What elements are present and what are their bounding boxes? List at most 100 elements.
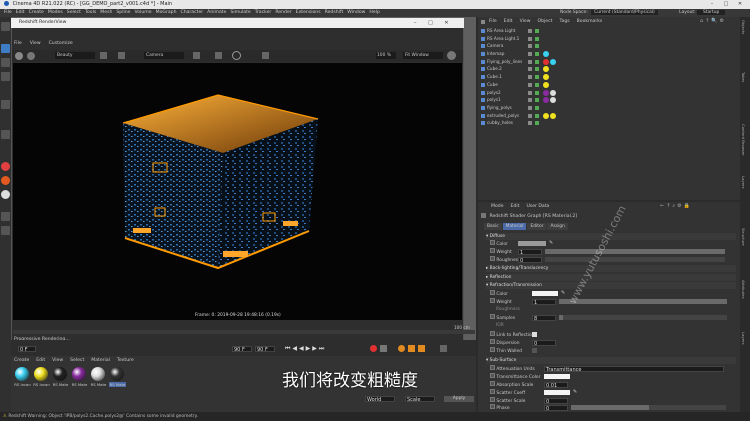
menu-edit[interactable]: Edit [16, 9, 25, 17]
lock-icon[interactable] [193, 52, 200, 59]
object-row[interactable]: Intemap [481, 50, 739, 58]
enable-check-icon[interactable] [535, 113, 539, 118]
rv-close-button[interactable]: ✕ [444, 20, 448, 26]
current-frame-field[interactable]: 90 F [232, 346, 252, 353]
refr-eyedropper-icon[interactable]: ✎ [561, 290, 565, 296]
keyframe-pos-icon[interactable] [398, 345, 405, 352]
enable-check-icon[interactable] [535, 121, 539, 126]
diffuse-color-anim-icon[interactable] [490, 240, 495, 245]
object-row[interactable]: Cube [481, 81, 739, 89]
material-tag-icon[interactable] [543, 81, 549, 88]
menu-character[interactable]: Character [180, 9, 203, 17]
material-tag-icon[interactable] [543, 112, 549, 119]
side-tab-layers[interactable]: Layers [741, 332, 746, 368]
material-tag-icon[interactable] [543, 58, 549, 65]
mat-menu-texture[interactable]: Texture [117, 358, 134, 363]
playback-controls[interactable]: ⏮◀◀▶▶⏭ [285, 345, 326, 353]
menu-mesh[interactable]: Mesh [100, 9, 112, 17]
menu-animate[interactable]: Animate [207, 9, 226, 17]
histogram-icon[interactable] [262, 52, 269, 59]
layout-select[interactable]: Startup [696, 10, 726, 15]
menu-volume[interactable]: Volume [135, 9, 152, 17]
menu-file[interactable]: File [4, 9, 12, 17]
scale-tool-icon[interactable] [1, 58, 10, 67]
ss-scatter-scale-field[interactable]: 0 [544, 398, 568, 405]
visibility-icon[interactable] [528, 113, 532, 118]
ss-trans-anim-icon[interactable] [490, 373, 495, 378]
object-row[interactable]: polys2 [481, 89, 739, 97]
enable-check-icon[interactable] [535, 82, 539, 87]
timeline-options-icon[interactable] [440, 345, 447, 352]
attr-tab-editor[interactable]: Editor [527, 223, 547, 230]
side-tab-content-browser[interactable]: Content Browser [741, 124, 746, 160]
material-tag-icon[interactable] [543, 74, 549, 81]
om-menu-bookmarks[interactable]: Bookmarks [577, 19, 603, 24]
enable-check-icon[interactable] [535, 67, 539, 72]
attr-menu-mode[interactable]: Mode [491, 204, 504, 209]
attr-menu-edit[interactable]: Edit [511, 204, 520, 209]
menu-simulate[interactable]: Simulate [230, 9, 250, 17]
ss-trans-swatch[interactable] [544, 374, 570, 379]
material-tag-icon[interactable] [543, 89, 549, 96]
refr-thin-checkbox[interactable] [532, 348, 537, 353]
visibility-icon[interactable] [528, 29, 532, 33]
ss-scatter-swatch[interactable] [544, 390, 570, 395]
diffuse-weight-anim-icon[interactable] [490, 248, 495, 253]
aov-select[interactable]: Beauty [55, 52, 95, 59]
mat-menu-material[interactable]: Material [91, 358, 110, 363]
enable-check-icon[interactable] [535, 36, 539, 41]
visibility-icon[interactable] [528, 36, 532, 41]
diffuse-weight-slider[interactable] [545, 249, 725, 254]
om-menu-file[interactable]: File [489, 19, 497, 24]
workplane-icon[interactable] [1, 226, 10, 235]
menu-create[interactable]: Create [29, 9, 44, 17]
enable-check-icon[interactable] [535, 59, 539, 64]
rotate-tool-icon[interactable] [1, 72, 10, 81]
om-nav-icons[interactable]: ⌂↑🔍⚙ [700, 18, 736, 26]
snapshot-icon[interactable] [118, 52, 125, 59]
attr-tab-assign[interactable]: Assign [547, 223, 568, 230]
maximize-button[interactable]: □ [720, 0, 732, 9]
points-mode-icon[interactable] [1, 130, 10, 139]
backlight-section[interactable]: ▸ Back-lighting/Translucency [486, 265, 736, 272]
visibility-icon[interactable] [528, 59, 532, 64]
minimize-button[interactable]: – [706, 0, 718, 9]
timeline-ruler[interactable] [13, 330, 475, 334]
menu-spline[interactable]: Spline [116, 9, 130, 17]
autokey-icon[interactable] [380, 345, 387, 352]
enable-check-icon[interactable] [535, 98, 539, 103]
ss-phase-anim-icon[interactable] [490, 404, 495, 409]
menu-select[interactable]: Select [67, 9, 81, 17]
undo-icon[interactable] [1, 22, 10, 31]
enable-check-icon[interactable] [535, 29, 539, 33]
mat-menu-create[interactable]: Create [14, 358, 29, 363]
ss-phase-field[interactable]: 0 [544, 405, 568, 412]
ss-atten-anim-icon[interactable] [490, 365, 495, 370]
object-row[interactable]: Cube.1 [481, 73, 739, 81]
menu-render[interactable]: Render [275, 9, 291, 17]
refr-weight-field[interactable]: 1 [532, 299, 556, 306]
close-button[interactable]: ✕ [734, 0, 746, 9]
subsurface-section[interactable]: ▾ Sub-Surface [486, 357, 736, 364]
side-tab-takes[interactable]: Takes [741, 72, 746, 108]
om-menu-view[interactable]: View [520, 19, 531, 24]
material-tag-icon[interactable] [543, 66, 549, 73]
mat-menu-view[interactable]: View [52, 358, 63, 363]
menu-tools[interactable]: Tools [85, 9, 96, 17]
rv-menu-customize[interactable]: Customize [49, 41, 73, 46]
render-start-icon[interactable] [15, 52, 23, 60]
snap-icon[interactable] [1, 212, 10, 221]
object-row[interactable]: cubby_holes [481, 119, 739, 127]
attr-nav-icons[interactable]: ←↑⌕⚙🔒 [660, 203, 735, 211]
material-item[interactable]: RS Mate [71, 367, 88, 391]
object-row[interactable]: flying_polys [481, 104, 739, 112]
refr-dispersion-field[interactable]: 0 [532, 340, 556, 347]
keyframe-rot-icon[interactable] [408, 345, 415, 352]
material-tag-icon[interactable] [550, 112, 556, 119]
settings-gear-icon[interactable] [447, 51, 456, 60]
end-frame-field[interactable]: 90 F [255, 346, 275, 353]
refr-weight-anim-icon[interactable] [490, 298, 495, 303]
ss-eyedropper-icon[interactable]: ✎ [573, 389, 577, 395]
material-tag-icon[interactable] [543, 97, 549, 104]
object-row[interactable]: RS Area Light.1 [481, 35, 739, 43]
